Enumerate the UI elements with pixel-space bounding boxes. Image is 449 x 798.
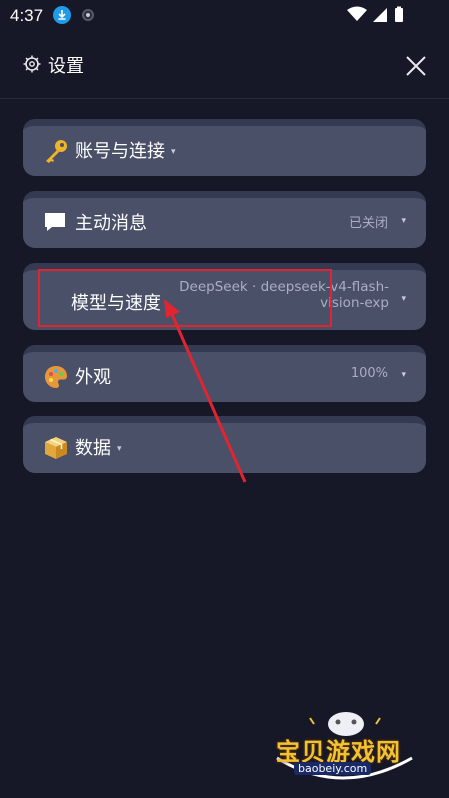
chat-bubble-icon [43, 210, 67, 234]
box-icon [43, 435, 67, 459]
settings-item-label: 账号与连接 [75, 141, 165, 162]
system-icons [329, 5, 419, 29]
chevron-down-icon: ▾ [171, 147, 176, 157]
settings-item-label: 主动消息 [75, 213, 147, 234]
chevron-down-icon: ▾ [401, 216, 406, 226]
gear-icon [22, 54, 42, 74]
settings-item-label: 数据 [75, 438, 111, 459]
settings-item-label: 外观 [75, 367, 111, 388]
settings-item-account[interactable]: 账号与连接 ▾ [23, 119, 426, 176]
settings-header: 设置 [0, 40, 449, 99]
chevron-down-icon: ▾ [401, 370, 406, 380]
chevron-down-icon: ▾ [117, 444, 122, 454]
settings-item-value: 已关闭 [348, 216, 388, 231]
download-icon [53, 6, 71, 24]
recording-icon [82, 9, 94, 21]
highlight-box [38, 269, 332, 327]
settings-item-appearance[interactable]: 外观 100% ▾ [23, 345, 426, 402]
status-bar: 4:37 [0, 0, 449, 32]
settings-item-value: 100% [350, 366, 388, 381]
battery-icon [395, 8, 403, 22]
wifi-icon [347, 6, 367, 21]
close-button[interactable] [402, 52, 430, 80]
settings-item-proactive-messages[interactable]: 主动消息 已关闭 ▾ [23, 191, 426, 248]
watermark-url: baobeiy.com [294, 762, 372, 775]
signal-icon [373, 8, 387, 22]
close-icon [406, 56, 426, 76]
watermark-logo: 宝贝游戏网 baobeiy.com [272, 706, 422, 794]
chevron-down-icon: ▾ [401, 294, 406, 304]
page-title: 设置 [48, 56, 84, 77]
settings-item-data[interactable]: 数据 ▾ [23, 416, 426, 473]
key-icon [43, 138, 67, 163]
palette-icon [43, 364, 67, 388]
status-time: 4:37 [10, 6, 44, 25]
